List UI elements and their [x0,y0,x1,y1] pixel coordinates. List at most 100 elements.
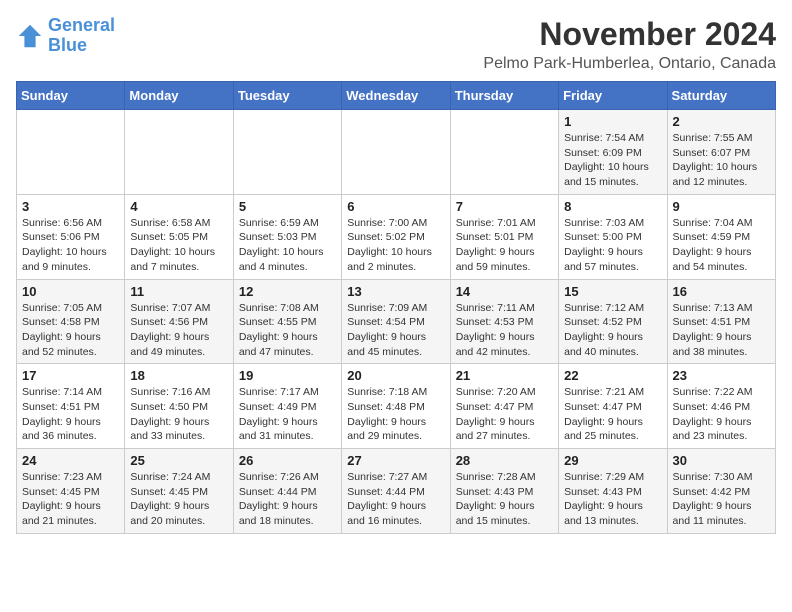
day-number: 13 [347,284,444,299]
day-number: 25 [130,453,227,468]
week-row-1: 1 Sunrise: 7:54 AMSunset: 6:09 PMDaylight… [17,110,776,195]
logo-text: General Blue [48,16,115,56]
day-info: Sunrise: 7:09 AMSunset: 4:54 PMDaylight:… [347,301,444,360]
day-number: 22 [564,368,661,383]
logo-line2: Blue [48,35,87,55]
day-number: 8 [564,199,661,214]
header-cell-saturday: Saturday [667,82,775,110]
calendar-table: SundayMondayTuesdayWednesdayThursdayFrid… [16,81,776,534]
day-info: Sunrise: 7:05 AMSunset: 4:58 PMDaylight:… [22,301,119,360]
header-cell-monday: Monday [125,82,233,110]
day-info: Sunrise: 7:26 AMSunset: 4:44 PMDaylight:… [239,470,336,529]
day-number: 24 [22,453,119,468]
day-number: 20 [347,368,444,383]
day-info: Sunrise: 6:56 AMSunset: 5:06 PMDaylight:… [22,216,119,275]
day-number: 6 [347,199,444,214]
calendar-cell: 22 Sunrise: 7:21 AMSunset: 4:47 PMDayligh… [559,364,667,449]
main-title: November 2024 [483,16,776,53]
day-info: Sunrise: 7:14 AMSunset: 4:51 PMDaylight:… [22,385,119,444]
calendar-cell [233,110,341,195]
day-info: Sunrise: 7:08 AMSunset: 4:55 PMDaylight:… [239,301,336,360]
day-info: Sunrise: 6:58 AMSunset: 5:05 PMDaylight:… [130,216,227,275]
calendar-cell: 15 Sunrise: 7:12 AMSunset: 4:52 PMDayligh… [559,279,667,364]
day-info: Sunrise: 7:22 AMSunset: 4:46 PMDaylight:… [673,385,770,444]
week-row-3: 10 Sunrise: 7:05 AMSunset: 4:58 PMDayligh… [17,279,776,364]
logo: General Blue [16,16,115,56]
calendar-cell: 2Sunrise: 7:55 AMSunset: 6:07 PMDaylight… [667,110,775,195]
logo-icon [16,22,44,50]
calendar-cell: 11 Sunrise: 7:07 AMSunset: 4:56 PMDayligh… [125,279,233,364]
day-number: 27 [347,453,444,468]
calendar-cell: 20 Sunrise: 7:18 AMSunset: 4:48 PMDayligh… [342,364,450,449]
calendar-cell: 23 Sunrise: 7:22 AMSunset: 4:46 PMDayligh… [667,364,775,449]
calendar-cell: 16 Sunrise: 7:13 AMSunset: 4:51 PMDayligh… [667,279,775,364]
day-info: Sunrise: 7:04 AMSunset: 4:59 PMDaylight:… [673,216,770,275]
day-info: Sunrise: 7:54 AMSunset: 6:09 PMDaylight:… [564,131,661,190]
day-info: Sunrise: 7:55 AMSunset: 6:07 PMDaylight:… [673,131,770,190]
day-number: 26 [239,453,336,468]
calendar-cell: 6 Sunrise: 7:00 AMSunset: 5:02 PMDaylight… [342,194,450,279]
day-info: Sunrise: 7:00 AMSunset: 5:02 PMDaylight:… [347,216,444,275]
calendar-cell: 9 Sunrise: 7:04 AMSunset: 4:59 PMDaylight… [667,194,775,279]
day-number: 29 [564,453,661,468]
day-number: 10 [22,284,119,299]
calendar-cell: 1 Sunrise: 7:54 AMSunset: 6:09 PMDaylight… [559,110,667,195]
calendar-cell: 17 Sunrise: 7:14 AMSunset: 4:51 PMDayligh… [17,364,125,449]
week-row-4: 17 Sunrise: 7:14 AMSunset: 4:51 PMDayligh… [17,364,776,449]
day-number: 11 [130,284,227,299]
day-number: 21 [456,368,553,383]
day-info: Sunrise: 7:12 AMSunset: 4:52 PMDaylight:… [564,301,661,360]
day-info: Sunrise: 7:27 AMSunset: 4:44 PMDaylight:… [347,470,444,529]
calendar-cell [450,110,558,195]
calendar-cell [342,110,450,195]
day-number: 16 [673,284,770,299]
calendar-cell: 7 Sunrise: 7:01 AMSunset: 5:01 PMDaylight… [450,194,558,279]
day-number: 5 [239,199,336,214]
day-info: Sunrise: 7:24 AMSunset: 4:45 PMDaylight:… [130,470,227,529]
day-info: Sunrise: 7:16 AMSunset: 4:50 PMDaylight:… [130,385,227,444]
day-number: 19 [239,368,336,383]
calendar-cell: 13 Sunrise: 7:09 AMSunset: 4:54 PMDayligh… [342,279,450,364]
day-info: Sunrise: 7:29 AMSunset: 4:43 PMDaylight:… [564,470,661,529]
day-info: Sunrise: 7:21 AMSunset: 4:47 PMDaylight:… [564,385,661,444]
calendar-cell: 3 Sunrise: 6:56 AMSunset: 5:06 PMDaylight… [17,194,125,279]
calendar-cell: 10 Sunrise: 7:05 AMSunset: 4:58 PMDayligh… [17,279,125,364]
day-info: Sunrise: 7:17 AMSunset: 4:49 PMDaylight:… [239,385,336,444]
day-info: Sunrise: 7:11 AMSunset: 4:53 PMDaylight:… [456,301,553,360]
day-number: 9 [673,199,770,214]
calendar-cell: 25 Sunrise: 7:24 AMSunset: 4:45 PMDayligh… [125,449,233,534]
day-number: 1 [564,114,661,129]
day-info: Sunrise: 7:28 AMSunset: 4:43 PMDaylight:… [456,470,553,529]
day-number: 3 [22,199,119,214]
week-row-5: 24 Sunrise: 7:23 AMSunset: 4:45 PMDayligh… [17,449,776,534]
calendar-cell: 27 Sunrise: 7:27 AMSunset: 4:44 PMDayligh… [342,449,450,534]
day-info: Sunrise: 7:01 AMSunset: 5:01 PMDaylight:… [456,216,553,275]
day-number: 17 [22,368,119,383]
header-cell-tuesday: Tuesday [233,82,341,110]
day-number: 28 [456,453,553,468]
day-number: 23 [673,368,770,383]
day-number: 7 [456,199,553,214]
header-cell-wednesday: Wednesday [342,82,450,110]
header: General Blue November 2024 Pelmo Park-Hu… [16,16,776,73]
day-info: Sunrise: 7:03 AMSunset: 5:00 PMDaylight:… [564,216,661,275]
day-info: Sunrise: 7:13 AMSunset: 4:51 PMDaylight:… [673,301,770,360]
calendar-cell: 24 Sunrise: 7:23 AMSunset: 4:45 PMDayligh… [17,449,125,534]
header-cell-thursday: Thursday [450,82,558,110]
day-number: 4 [130,199,227,214]
day-info: Sunrise: 7:07 AMSunset: 4:56 PMDaylight:… [130,301,227,360]
day-info: Sunrise: 7:30 AMSunset: 4:42 PMDaylight:… [673,470,770,529]
day-info: Sunrise: 7:23 AMSunset: 4:45 PMDaylight:… [22,470,119,529]
calendar-cell: 14Sunrise: 7:11 AMSunset: 4:53 PMDayligh… [450,279,558,364]
calendar-cell: 26 Sunrise: 7:26 AMSunset: 4:44 PMDayligh… [233,449,341,534]
day-number: 30 [673,453,770,468]
header-row: SundayMondayTuesdayWednesdayThursdayFrid… [17,82,776,110]
calendar-cell [125,110,233,195]
calendar-cell: 4 Sunrise: 6:58 AMSunset: 5:05 PMDaylight… [125,194,233,279]
logo-line1: General [48,15,115,35]
day-info: Sunrise: 7:18 AMSunset: 4:48 PMDaylight:… [347,385,444,444]
day-info: Sunrise: 6:59 AMSunset: 5:03 PMDaylight:… [239,216,336,275]
header-cell-friday: Friday [559,82,667,110]
header-cell-sunday: Sunday [17,82,125,110]
day-number: 15 [564,284,661,299]
